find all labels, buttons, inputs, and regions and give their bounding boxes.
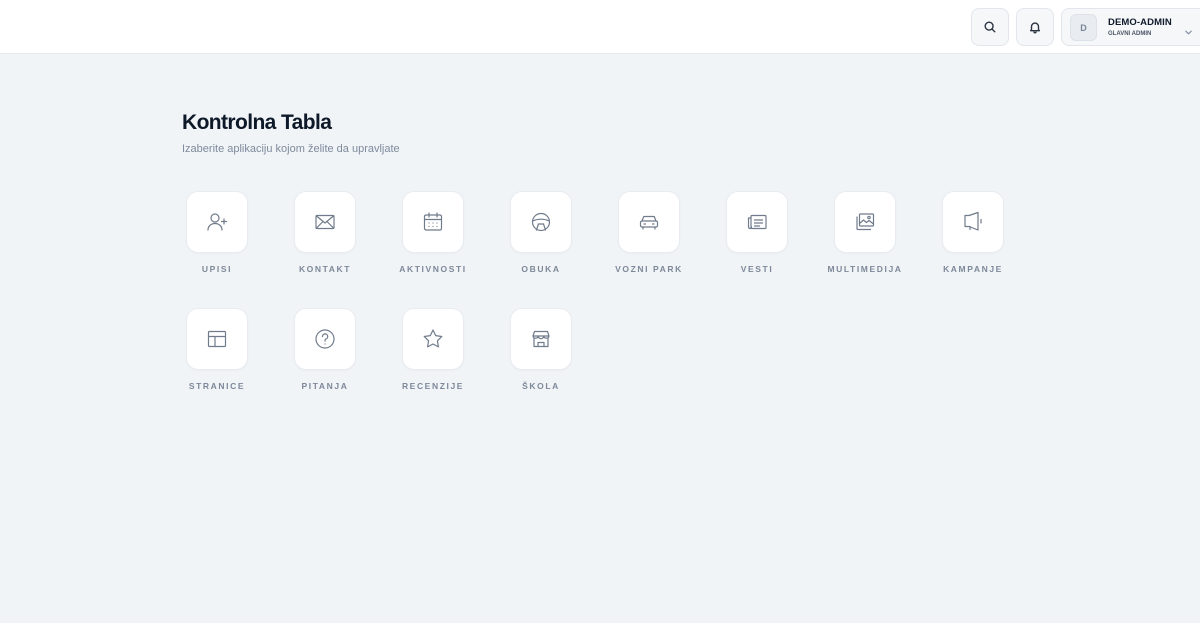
mail-icon	[315, 214, 335, 230]
app-tile-box[interactable]	[402, 191, 464, 253]
app-tile-box[interactable]	[294, 191, 356, 253]
bell-icon	[1029, 22, 1041, 34]
app-tile-obuka[interactable]: OBUKA	[491, 191, 591, 286]
app-tile-box[interactable]	[726, 191, 788, 253]
app-tile-box[interactable]	[186, 308, 248, 370]
layout-icon	[207, 330, 227, 348]
car-icon	[639, 215, 659, 230]
app-tile-box[interactable]	[186, 191, 248, 253]
question-icon	[315, 329, 335, 349]
app-tile-box[interactable]	[294, 308, 356, 370]
top-bar: D DEMO-ADMIN GLAVNI ADMIN	[0, 0, 1200, 54]
app-tile-label: AKTIVNOSTI	[399, 264, 467, 274]
app-tile-vozni-park[interactable]: VOZNI PARK	[599, 191, 699, 286]
app-tile-skola[interactable]: ŠKOLA	[491, 308, 591, 403]
app-tile-vesti[interactable]: VESTI	[707, 191, 807, 286]
app-tile-label: STRANICE	[188, 381, 246, 391]
app-tile-recenzije[interactable]: RECENZIJE	[383, 308, 483, 403]
steering-wheel-icon	[531, 212, 551, 232]
notifications-button[interactable]	[1016, 8, 1054, 46]
megaphone-icon	[964, 211, 982, 231]
newspaper-icon	[747, 214, 767, 230]
app-tile-stranice[interactable]: STRANICE	[167, 308, 267, 403]
user-menu[interactable]: D DEMO-ADMIN GLAVNI ADMIN	[1061, 8, 1200, 46]
calendar-icon	[423, 212, 443, 231]
page-subtitle: Izaberite aplikaciju kojom želite da upr…	[182, 143, 400, 155]
app-tile-box[interactable]	[510, 191, 572, 253]
app-tile-box[interactable]	[618, 191, 680, 253]
user-name: DEMO-ADMIN	[1108, 17, 1172, 28]
user-role: GLAVNI ADMIN	[1108, 31, 1152, 37]
user-plus-icon	[207, 213, 228, 231]
avatar: D	[1070, 14, 1097, 41]
chevron-down-icon	[1184, 24, 1193, 35]
store-icon	[532, 330, 550, 348]
app-tile-box[interactable]	[402, 308, 464, 370]
app-tile-label: VESTI	[740, 264, 774, 274]
app-tile-aktivnosti[interactable]: AKTIVNOSTI	[383, 191, 483, 286]
app-tile-label: PITANJA	[301, 381, 349, 391]
app-tile-box[interactable]	[942, 191, 1004, 253]
page-title: Kontrolna Tabla	[182, 111, 332, 134]
search-icon	[984, 21, 996, 33]
app-tile-kampanje[interactable]: KAMPANJE	[923, 191, 1023, 286]
app-tile-label: MULTIMEDIJA	[827, 264, 903, 274]
app-tile-kontakt[interactable]: KONTAKT	[275, 191, 375, 286]
star-icon	[423, 329, 443, 348]
images-icon	[856, 213, 875, 231]
search-button[interactable]	[971, 8, 1009, 46]
app-tile-label: KONTAKT	[298, 264, 352, 274]
app-tile-multimedija[interactable]: MULTIMEDIJA	[815, 191, 915, 286]
app-tile-pitanja[interactable]: PITANJA	[275, 308, 375, 403]
app-tile-box[interactable]	[834, 191, 896, 253]
app-tile-box[interactable]	[510, 308, 572, 370]
app-tile-label: UPISI	[201, 264, 233, 274]
app-tile-label: RECENZIJE	[401, 381, 465, 391]
app-tile-label: KAMPANJE	[943, 264, 1003, 274]
app-tile-upisi[interactable]: UPISI	[167, 191, 267, 286]
app-tile-label: OBUKA	[521, 264, 561, 274]
app-tile-label: VOZNI PARK	[615, 264, 683, 274]
app-tile-label: ŠKOLA	[522, 381, 560, 391]
